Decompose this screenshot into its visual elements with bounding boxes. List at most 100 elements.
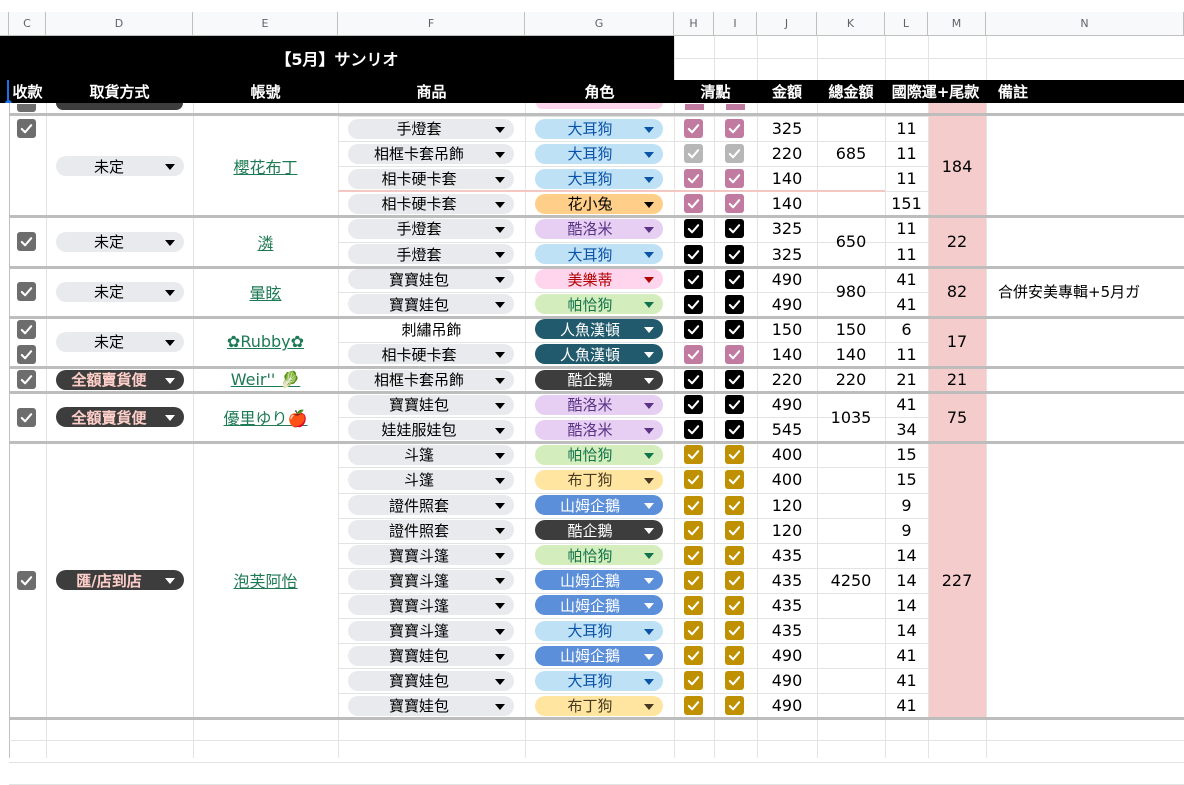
item-dropdown[interactable]: 寶寶斗篷: [348, 545, 514, 566]
item-dropdown[interactable]: 相卡硬卡套: [348, 168, 514, 189]
checked-h-checkbox[interactable]: [684, 244, 703, 264]
checked-i-checkbox[interactable]: [725, 169, 744, 189]
item-dropdown[interactable]: 斗篷: [348, 444, 514, 465]
column-header-l[interactable]: L: [885, 12, 928, 36]
column-header-c[interactable]: C: [9, 12, 46, 36]
column-header-m[interactable]: M: [928, 12, 986, 36]
item-dropdown[interactable]: 寶寶娃包: [348, 645, 514, 666]
role-dropdown[interactable]: 酷企鵝: [535, 520, 663, 541]
item-dropdown[interactable]: 寶寶斗篷: [348, 570, 514, 591]
checked-i-checkbox[interactable]: [725, 445, 744, 465]
checked-i-checkbox[interactable]: [725, 344, 744, 364]
checked-i-checkbox[interactable]: [725, 671, 744, 691]
checked-i-checkbox[interactable]: [725, 370, 744, 390]
item-dropdown[interactable]: 寶寶娃包: [348, 294, 514, 315]
account-link[interactable]: 優里ゆり🍎: [193, 405, 338, 429]
checked-i-checkbox[interactable]: [725, 621, 744, 641]
pickup-method-dropdown[interactable]: 未定: [56, 281, 184, 302]
item-dropdown[interactable]: 相框卡套吊飾: [348, 369, 514, 390]
checked-h-checkbox[interactable]: [684, 194, 703, 214]
role-dropdown[interactable]: 山姆企鵝: [535, 495, 663, 516]
account-link[interactable]: 櫻花布丁: [193, 154, 338, 178]
checked-h-checkbox[interactable]: [684, 294, 703, 314]
checked-i-checkbox[interactable]: [725, 395, 744, 415]
checked-h-checkbox[interactable]: [684, 595, 703, 615]
item-dropdown[interactable]: 手燈套: [348, 118, 514, 139]
role-dropdown[interactable]: 人魚漢頓: [535, 344, 663, 365]
pickup-method-dropdown[interactable]: 未定: [56, 156, 184, 177]
role-dropdown[interactable]: 布丁狗: [535, 695, 663, 716]
item-dropdown[interactable]: 寶寶娃包: [348, 394, 514, 415]
item-dropdown[interactable]: 寶寶娃包: [348, 269, 514, 290]
checked-h-checkbox[interactable]: [684, 219, 703, 239]
checked-i-checkbox[interactable]: [725, 194, 744, 214]
checked-i-checkbox[interactable]: [725, 420, 744, 440]
role-dropdown[interactable]: 酷洛米: [535, 394, 663, 415]
role-dropdown[interactable]: 大耳狗: [535, 168, 663, 189]
column-header-g[interactable]: G: [525, 12, 674, 36]
paid-checkbox[interactable]: [17, 319, 36, 339]
item-dropdown[interactable]: 寶寶斗篷: [348, 595, 514, 616]
checked-h-checkbox[interactable]: [684, 470, 703, 490]
account-link[interactable]: 暈眩: [193, 280, 338, 304]
role-dropdown[interactable]: 花小兔: [535, 193, 663, 214]
checked-h-checkbox[interactable]: [684, 319, 703, 339]
checked-i-checkbox[interactable]: [725, 244, 744, 264]
role-dropdown[interactable]: 布丁狗: [535, 469, 663, 490]
checked-h-checkbox[interactable]: [684, 344, 703, 364]
account-link[interactable]: ✿Rubby✿: [193, 330, 338, 354]
pickup-method-dropdown[interactable]: 全額賣貨便: [56, 407, 184, 428]
role-dropdown[interactable]: 帕恰狗: [535, 294, 663, 315]
account-link[interactable]: Weir'' 🥬: [193, 368, 338, 392]
checked-h-checkbox[interactable]: [684, 169, 703, 189]
role-dropdown[interactable]: 大耳狗: [535, 118, 663, 139]
checked-i-checkbox[interactable]: [725, 144, 744, 164]
checked-h-checkbox[interactable]: [684, 621, 703, 641]
item-dropdown[interactable]: 相框卡套吊飾: [348, 143, 514, 164]
paid-checkbox[interactable]: [17, 407, 36, 427]
checked-h-checkbox[interactable]: [684, 646, 703, 666]
role-dropdown[interactable]: 人魚漢頓: [535, 319, 663, 340]
checked-i-checkbox[interactable]: [725, 646, 744, 666]
item-dropdown[interactable]: 寶寶娃包: [348, 695, 514, 716]
paid-checkbox[interactable]: [17, 370, 36, 390]
checked-i-checkbox[interactable]: [725, 595, 744, 615]
role-dropdown[interactable]: 美樂蒂: [535, 269, 663, 290]
paid-checkbox[interactable]: [17, 282, 36, 302]
account-link[interactable]: 泡芙阿怡: [193, 568, 338, 592]
role-dropdown[interactable]: 山姆企鵝: [535, 645, 663, 666]
checked-i-checkbox[interactable]: [725, 495, 744, 515]
checked-i-checkbox[interactable]: [725, 520, 744, 540]
checked-h-checkbox[interactable]: [684, 370, 703, 390]
checked-h-checkbox[interactable]: [684, 570, 703, 590]
column-header-k[interactable]: K: [817, 12, 885, 36]
checked-i-checkbox[interactable]: [725, 294, 744, 314]
checked-i-checkbox[interactable]: [725, 269, 744, 289]
checked-h-checkbox[interactable]: [684, 395, 703, 415]
checked-i-checkbox[interactable]: [725, 119, 744, 139]
role-dropdown[interactable]: 大耳狗: [535, 143, 663, 164]
pickup-method-dropdown[interactable]: 全額賣貨便: [56, 369, 184, 390]
checked-h-checkbox[interactable]: [684, 119, 703, 139]
paid-checkbox[interactable]: [17, 119, 36, 139]
column-header-h[interactable]: H: [674, 12, 714, 36]
item-dropdown[interactable]: 相卡硬卡套: [348, 344, 514, 365]
checked-h-checkbox[interactable]: [684, 520, 703, 540]
column-header-n[interactable]: N: [986, 12, 1184, 36]
checked-h-checkbox[interactable]: [684, 545, 703, 565]
item-dropdown[interactable]: 娃娃服娃包: [348, 419, 514, 440]
item-dropdown[interactable]: 手燈套: [348, 244, 514, 265]
item-dropdown[interactable]: 證件照套: [348, 495, 514, 516]
account-link[interactable]: 潾: [193, 230, 338, 254]
role-dropdown[interactable]: 大耳狗: [535, 244, 663, 265]
checked-i-checkbox[interactable]: [725, 219, 744, 239]
column-header-i[interactable]: I: [714, 12, 757, 36]
column-header-d[interactable]: D: [46, 12, 193, 36]
checked-i-checkbox[interactable]: [725, 545, 744, 565]
select-all-corner[interactable]: [0, 12, 9, 36]
paid-checkbox[interactable]: [17, 232, 36, 251]
checked-h-checkbox[interactable]: [684, 144, 703, 164]
role-dropdown[interactable]: 帕恰狗: [535, 545, 663, 566]
checked-i-checkbox[interactable]: [725, 570, 744, 590]
item-dropdown[interactable]: 證件照套: [348, 520, 514, 541]
